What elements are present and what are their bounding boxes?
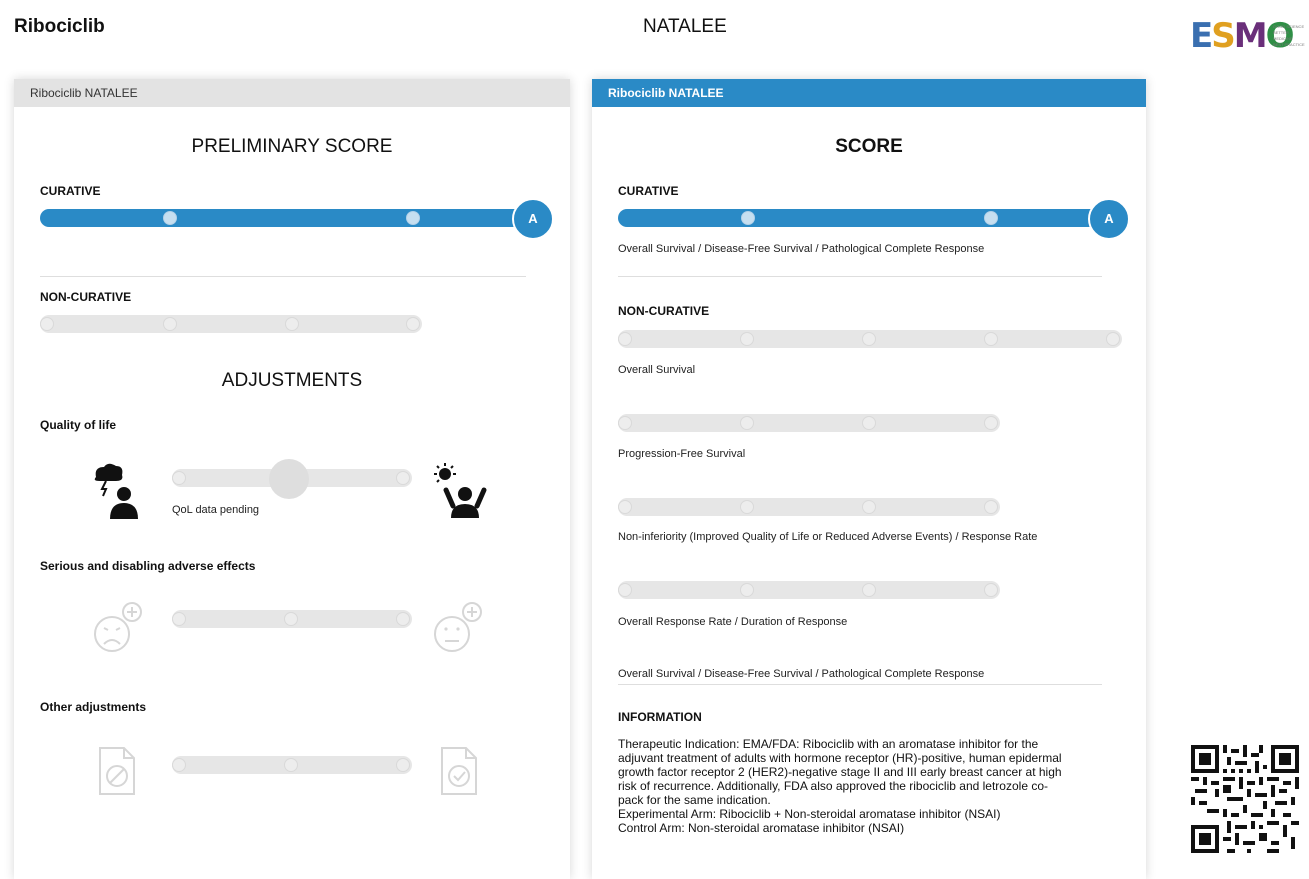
scale-dot: [862, 416, 876, 430]
curative-label: CURATIVE: [40, 184, 101, 198]
non-curative-label: NON-CURATIVE: [40, 290, 132, 304]
document-check-icon: [441, 747, 477, 795]
storm-person-icon: [94, 463, 138, 519]
curative-grade-badge: A: [1088, 198, 1130, 240]
orr-scale: [618, 581, 1000, 599]
pfs-caption: Progression-Free Survival: [618, 448, 746, 460]
curative-caption: Overall Survival / Disease-Free Survival…: [618, 243, 985, 255]
scale-dot: [396, 758, 410, 772]
drug-title: Ribociclib: [14, 16, 105, 37]
divider: [618, 276, 1102, 277]
document-blocked-icon: [99, 747, 135, 795]
adverse-effects-scale: [172, 610, 412, 628]
adjustments-title: ADJUSTMENTS: [221, 370, 363, 391]
curative-grade-badge: A: [512, 198, 554, 240]
other-adjustments-scale: [172, 756, 412, 774]
divider: [618, 684, 1102, 685]
scale-dot: [406, 317, 420, 331]
scale-dot: [984, 211, 998, 225]
scale-dot: [172, 471, 186, 485]
esmo-logo: ESMO GOOD SCIENCE BETTER MEDICINE BEST P…: [1190, 16, 1305, 56]
panel-header: Ribociclib NATALEE: [14, 79, 570, 107]
scale-dot: [984, 500, 998, 514]
score-title: SCORE: [835, 136, 903, 157]
adverse-effects-label: Serious and disabling adverse effects: [40, 559, 256, 573]
scale-dot: [172, 612, 186, 626]
curative-scale: [40, 209, 526, 227]
scale-dot: [740, 500, 754, 514]
scale-dot: [741, 211, 755, 225]
scale-dot: [285, 317, 299, 331]
scale-dot: [618, 332, 632, 346]
panel-header: Ribociclib NATALEE: [592, 79, 1146, 107]
top-bar: Ribociclib NATALEE ESMO GOOD SCIENCE BET…: [0, 0, 1309, 60]
scale-dot: [284, 758, 298, 772]
scale-dot: [984, 416, 998, 430]
scale-dot: [618, 416, 632, 430]
scale-dot: [284, 612, 298, 626]
scale-dot: [40, 317, 54, 331]
scale-dot: [740, 416, 754, 430]
scale-dot: [163, 317, 177, 331]
logo-tagline: GOOD SCIENCE BETTER MEDICINE BEST PRACTI…: [1273, 24, 1305, 47]
qol-label: Quality of life: [40, 418, 117, 432]
scale-dot: [172, 758, 186, 772]
scale-dot: [396, 612, 410, 626]
scale-dot: [163, 211, 177, 225]
sad-face-plus-icon: [94, 602, 142, 652]
non-curative-label: NON-CURATIVE: [618, 304, 710, 318]
overall-survival-caption: Overall Survival: [618, 364, 696, 376]
scale-dot: [862, 332, 876, 346]
preliminary-score-title: PRELIMINARY SCORE: [191, 136, 393, 157]
trial-title: NATALEE: [643, 16, 727, 37]
overall-survival-scale: [618, 330, 1122, 348]
pfs-scale: [618, 414, 1000, 432]
neutral-face-plus-icon: [434, 602, 482, 652]
non-curative-scale: [40, 315, 422, 333]
scale-dot: [984, 332, 998, 346]
qol-slider-knob: [269, 459, 309, 499]
non-inferiority-scale: [618, 498, 1000, 516]
non-inferiority-caption: Non-inferiority (Improved Quality of Lif…: [618, 531, 1038, 543]
scale-dot: [396, 471, 410, 485]
qr-code-icon: [1191, 745, 1299, 853]
preliminary-score-panel: Ribociclib NATALEE PRELIMINARY SCORE CUR…: [14, 79, 570, 879]
scale-dot: [984, 583, 998, 597]
scale-dot: [1106, 332, 1120, 346]
scale-dot: [740, 583, 754, 597]
sunny-person-icon: [434, 463, 487, 518]
scale-dot: [618, 500, 632, 514]
curative-label: CURATIVE: [618, 184, 679, 198]
other-adjustments-label: Other adjustments: [40, 700, 147, 714]
scale-dot: [740, 332, 754, 346]
scale-dot: [862, 583, 876, 597]
orr-caption: Overall Response Rate / Duration of Resp…: [618, 616, 848, 628]
score-panel: Ribociclib NATALEE SCORE CURATIVE A Over…: [592, 79, 1146, 879]
scale-dot: [862, 500, 876, 514]
os-dfs-pcr-caption: Overall Survival / Disease-Free Survival…: [618, 668, 985, 680]
scale-dot: [618, 583, 632, 597]
qol-status: QoL data pending: [172, 504, 260, 516]
scale-dot: [406, 211, 420, 225]
curative-scale: [618, 209, 1104, 227]
divider: [40, 276, 526, 277]
information-text: Therapeutic Indication: EMA/FDA: Ribocic…: [618, 737, 1062, 835]
information-label: INFORMATION: [618, 710, 702, 724]
